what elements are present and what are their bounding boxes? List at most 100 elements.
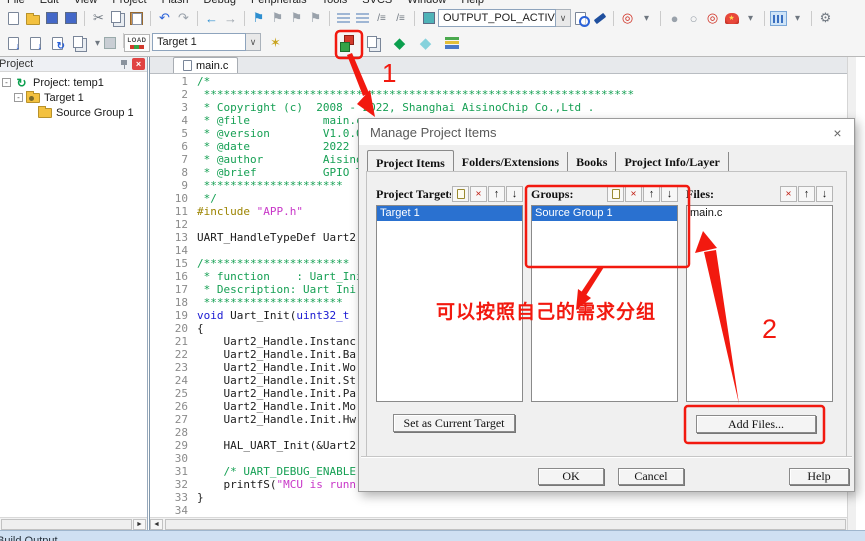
dialog-tab-folders-extensions[interactable]: Folders/Extensions — [454, 152, 568, 173]
list-item-source-group-1[interactable]: Source Group 1 — [532, 206, 677, 221]
tool-down-icon[interactable]: ↓ — [816, 186, 833, 202]
tree-item-project-temp1[interactable]: -↻Project: temp1 — [0, 75, 147, 90]
tree-item-target-1[interactable]: -Target 1 — [0, 90, 147, 105]
add-files-button[interactable]: Add Files... — [696, 415, 816, 433]
goto-reference-icon[interactable] — [590, 8, 609, 28]
dropdown-icon[interactable]: ▾ — [741, 8, 760, 28]
tool-up-icon[interactable]: ↑ — [643, 186, 660, 202]
download-to-flash-icon[interactable]: LOAD — [124, 33, 150, 53]
new-file-icon[interactable] — [4, 8, 23, 28]
manage-project-items-icon[interactable] — [338, 33, 358, 53]
options-for-target-icon[interactable]: ✶ — [266, 33, 285, 53]
pin-icon[interactable] — [120, 60, 129, 69]
bookmark-clear-icon[interactable]: ⚑ — [306, 8, 325, 28]
save-all-icon[interactable] — [61, 8, 80, 28]
translate-icon[interactable] — [4, 33, 23, 53]
pack-installer-icon[interactable]: ◆ — [416, 33, 435, 53]
tool-delete-icon[interactable]: × — [470, 186, 487, 202]
cancel-button[interactable]: Cancel — [618, 468, 684, 485]
ok-button[interactable]: OK — [538, 468, 604, 485]
groups-list[interactable]: Source Group 1 — [531, 205, 678, 402]
comment-selection-icon[interactable]: /≡ — [372, 8, 391, 28]
target-combo[interactable]: Target 1 — [152, 33, 246, 51]
tool-new-icon[interactable] — [607, 186, 624, 202]
tool-down-icon[interactable]: ↓ — [506, 186, 523, 202]
scrollbar-track[interactable] — [165, 519, 846, 530]
dialog-tab-project-items[interactable]: Project Items — [367, 150, 454, 173]
tree-item-source-group-1[interactable]: Source Group 1 — [0, 105, 147, 120]
dropdown-icon[interactable]: ▾ — [788, 8, 807, 28]
copy-icon[interactable] — [108, 8, 127, 28]
list-item-target-1[interactable]: Target 1 — [377, 206, 522, 221]
tool-down-icon[interactable]: ↓ — [661, 186, 678, 202]
scroll-right-icon[interactable]: ► — [133, 519, 146, 530]
paste-icon[interactable] — [127, 8, 146, 28]
targets-list[interactable]: Target 1 — [376, 205, 523, 402]
dialog-tab-project-info-layer[interactable]: Project Info/Layer — [616, 152, 728, 173]
symbol-combo[interactable]: OUTPUT_POL_ACTIVE_HI ∨ — [438, 9, 571, 27]
navigate-forward-icon[interactable]: → — [221, 8, 240, 28]
menu-item-tools[interactable]: Tools — [322, 0, 348, 6]
disable-all-breakpoints-icon[interactable]: ◎ — [703, 8, 722, 28]
close-icon[interactable]: × — [828, 123, 847, 142]
breakpoint-gray-icon[interactable]: ● — [665, 8, 684, 28]
quick-search-icon[interactable]: ◎ — [618, 8, 637, 28]
bookmark-prev-icon[interactable]: ⚑ — [287, 8, 306, 28]
menu-item-view[interactable]: View — [74, 0, 98, 6]
project-hscrollbar[interactable]: ► — [0, 517, 147, 530]
tool-up-icon[interactable]: ↑ — [488, 186, 505, 202]
dialog-titlebar[interactable]: Manage Project Items — [359, 119, 854, 145]
menu-item-window[interactable]: Window — [407, 0, 446, 6]
batch-build-icon[interactable] — [70, 33, 89, 53]
build-icon[interactable] — [26, 33, 45, 53]
tree-expander-icon[interactable]: - — [14, 93, 23, 102]
files-list[interactable]: main.c — [686, 205, 833, 402]
uncomment-selection-icon[interactable]: /≡ — [391, 8, 410, 28]
indent-right-icon[interactable] — [334, 8, 353, 28]
manage-components-icon[interactable] — [364, 33, 383, 53]
menu-item-svcs[interactable]: SVCS — [362, 0, 392, 6]
bookmark-next-icon[interactable]: ⚑ — [268, 8, 287, 28]
dialog-tab-books[interactable]: Books — [568, 152, 616, 173]
kill-all-breakpoints-icon[interactable]: ★ — [722, 8, 741, 28]
list-item-main-c[interactable]: main.c — [687, 206, 832, 221]
menu-item-project[interactable]: Project — [112, 0, 146, 6]
redo-icon[interactable]: ↷ — [174, 8, 193, 28]
cut-icon[interactable]: ✂ — [89, 8, 108, 28]
editor-hscrollbar[interactable]: ◄ — [150, 517, 847, 530]
stop-build-icon[interactable] — [100, 33, 119, 53]
undo-icon[interactable]: ↶ — [155, 8, 174, 28]
tool-new-icon[interactable] — [452, 186, 469, 202]
menu-item-help[interactable]: Help — [461, 0, 484, 6]
tool-delete-icon[interactable]: × — [625, 186, 642, 202]
tool-delete-icon[interactable]: × — [780, 186, 797, 202]
build-output-strip[interactable]: Build Output — [0, 530, 865, 541]
run-time-environment-icon[interactable]: ◆ — [390, 33, 409, 53]
menu-item-peripherals[interactable]: Peripherals — [251, 0, 307, 6]
tools-wrench-icon[interactable]: ⚙ — [816, 8, 835, 28]
save-icon[interactable] — [42, 8, 61, 28]
chevron-down-icon[interactable]: ∨ — [246, 33, 261, 51]
rebuild-all-icon[interactable] — [48, 33, 67, 53]
target-combo-value[interactable]: Target 1 — [152, 33, 246, 51]
menu-item-flash[interactable]: Flash — [162, 0, 189, 6]
symbol-combo-value[interactable]: OUTPUT_POL_ACTIVE_HI — [438, 9, 556, 27]
close-icon[interactable]: × — [132, 58, 145, 70]
navigate-back-icon[interactable]: ← — [202, 8, 221, 28]
tree-expander-icon[interactable]: - — [2, 78, 11, 87]
menu-item-file[interactable]: File — [7, 0, 25, 6]
scroll-left-icon[interactable]: ◄ — [150, 519, 163, 530]
indent-left-icon[interactable] — [353, 8, 372, 28]
set-as-current-target-button[interactable]: Set as Current Target — [393, 414, 515, 432]
menu-item-edit[interactable]: Edit — [40, 0, 59, 6]
dropdown-icon[interactable]: ▾ — [637, 8, 656, 28]
open-icon[interactable] — [23, 8, 42, 28]
tool-up-icon[interactable]: ↑ — [798, 186, 815, 202]
menu-item-debug[interactable]: Debug — [204, 0, 236, 6]
find-in-files-icon[interactable] — [571, 8, 590, 28]
system-analyzer-icon[interactable] — [769, 8, 788, 28]
scrollbar-track[interactable] — [1, 519, 132, 530]
breakpoint-empty-icon[interactable]: ○ — [684, 8, 703, 28]
chevron-down-icon[interactable]: ∨ — [556, 9, 571, 27]
books-stack-icon[interactable] — [442, 33, 461, 53]
